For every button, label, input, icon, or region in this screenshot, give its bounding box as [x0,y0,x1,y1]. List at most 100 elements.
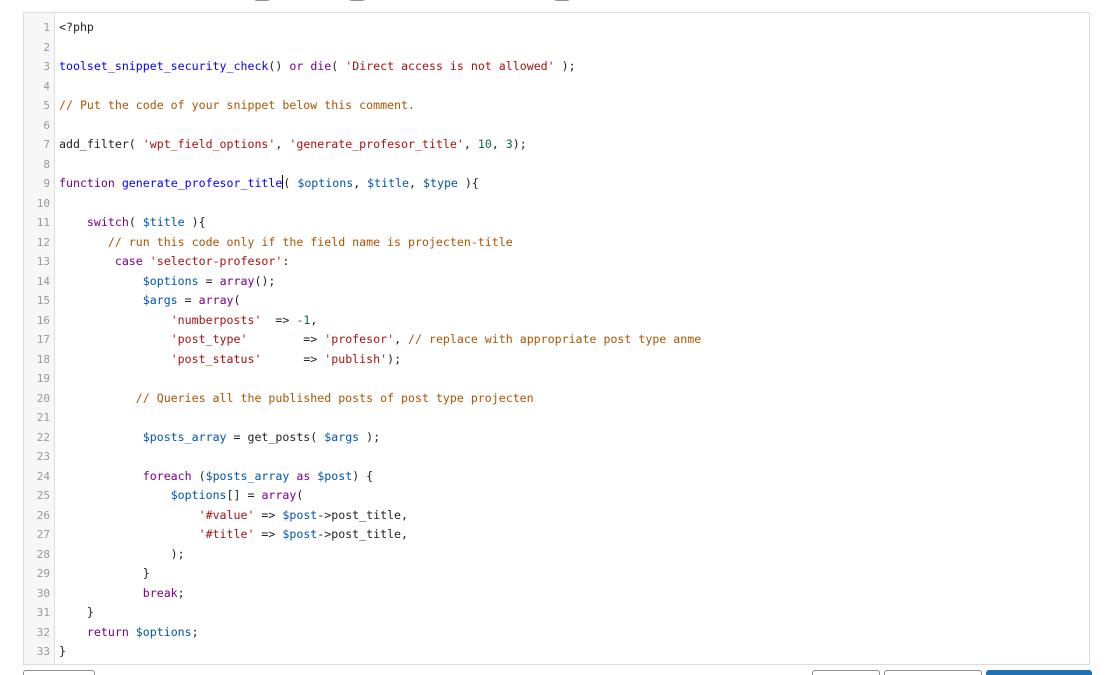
code-text: } [59,642,66,662]
code-line[interactable]: 5 // Put the code of your snippet below t… [24,96,1089,116]
code-line[interactable]: 21 [24,408,1089,428]
primary-button-fragment[interactable] [986,670,1092,675]
code-line[interactable]: 20 // Queries all the published posts of… [24,389,1089,409]
code-text: case 'selector-profesor': [59,252,290,272]
line-number: 22 [36,430,50,444]
code-token: , [353,176,368,190]
code-line[interactable]: 8 [24,155,1089,175]
bottom-button-fragment[interactable] [884,670,982,675]
code-token: // Put the code of your snippet below th… [59,98,415,112]
code-token: $args [324,429,360,444]
code-token: = get_posts( [226,429,325,444]
code-line[interactable]: 22 $posts_array = get_posts( $args ); [24,428,1089,448]
code-token: 'generate_profesor_title' [289,137,464,151]
code-line[interactable]: 18 'post_status' => 'publish'); [24,350,1089,370]
code-line[interactable]: 17 'post_type' => 'profesor', // replace… [24,330,1089,350]
code-line[interactable]: 16 'numberposts' => -1, [24,311,1089,331]
code-line[interactable]: 11 switch( $title ){ [24,213,1089,233]
code-line[interactable]: 10 [24,194,1089,214]
code-line[interactable]: 25 $options[] = array( [24,486,1089,506]
code-token: die [310,59,332,73]
code-token: (); [254,273,276,288]
code-token: [] = [226,488,262,502]
line-number: 30 [36,586,50,600]
code-token: 3 [505,137,513,151]
code-line[interactable]: 15 $args = array( [24,291,1089,311]
line-number: 32 [36,625,50,639]
code-text: // run this code only if the field name … [59,233,513,253]
line-number: 6 [43,118,50,132]
line-number: 15 [36,294,50,307]
code-line[interactable]: 32 return $options; [24,623,1089,643]
code-line[interactable]: 26 '#value' => $post->post_title, [24,506,1089,526]
code-line[interactable]: 2 [24,38,1089,58]
code-editor[interactable]: 1 <?php 2 3 toolset_snippet_security_check()… [23,12,1090,665]
code-token: , [491,137,506,151]
code-line[interactable]: 14 $options = array(); [24,272,1089,292]
line-number: 3 [43,60,50,73]
code-line[interactable]: 28 ); [24,545,1089,565]
code-token: foreach [59,468,192,483]
code-line[interactable]: 7 add_filter( 'wpt_field_options', 'gener… [24,135,1089,155]
code-token: ( [128,215,143,229]
code-token: } [59,605,94,619]
line-number: 27 [36,528,50,541]
code-token: ; [191,624,199,639]
code-line[interactable]: 19 [24,369,1089,389]
code-token: ( [283,176,298,190]
code-token: $post [282,527,318,541]
code-line[interactable]: 30 break; [24,584,1089,604]
code-token: add_filter( [59,137,143,151]
code-text: foreach ($posts_array as $post) { [59,467,373,487]
code-text: } [59,603,94,623]
code-line[interactable]: 1 <?php [24,18,1089,38]
code-line[interactable]: 4 [24,77,1089,97]
code-token: ; [177,585,185,600]
code-line[interactable]: 27 '#title' => $post->post_title, [24,525,1089,545]
code-line[interactable]: 3 toolset_snippet_security_check() or die… [24,57,1089,77]
bottom-button-fragment[interactable] [812,670,880,675]
code-text: '#title' => $post->post_title, [59,525,408,545]
code-token: $options [170,488,227,502]
line-number: 20 [36,391,50,405]
line-number: 18 [36,352,50,366]
code-text: add_filter( 'wpt_field_options', 'genera… [59,135,527,155]
top-controls-fragment [0,0,1114,2]
code-token: ); [59,546,185,561]
line-number: 14 [36,274,50,288]
code-token: } [59,566,150,580]
code-line[interactable]: 9 function generate_profesor_title( $opti… [24,174,1089,194]
top-button-fragment[interactable] [253,0,271,1]
code-line[interactable]: 24 foreach ($posts_array as $post) { [24,467,1089,487]
code-token: $title [142,215,185,229]
code-token: toolset_snippet_security_check [59,59,269,73]
code-line[interactable]: 12 // run this code only if the field na… [24,233,1089,253]
line-number: 28 [36,547,50,561]
code-token: 'wpt_field_options' [142,137,276,151]
top-button-fragment[interactable] [553,0,571,1]
code-line[interactable]: 33} [24,642,1089,662]
line-number: 11 [36,216,50,229]
code-line[interactable]: 6 [24,116,1089,136]
code-token: $post [317,468,353,483]
code-lines[interactable]: 1 <?php 2 3 toolset_snippet_security_check()… [24,18,1089,662]
bottom-button-fragment[interactable] [23,670,95,675]
code-token: = [177,293,199,307]
code-line[interactable]: 29 } [24,564,1089,584]
code-line[interactable]: 31 } [24,603,1089,623]
code-token: = [198,273,220,288]
code-line[interactable]: 13 case 'selector-profesor': [24,252,1089,272]
code-line[interactable]: 23 [24,447,1089,467]
code-token: 10 [477,137,492,151]
code-token: generate_profesor_title [121,176,283,190]
code-token: 'profesor' [324,332,395,346]
top-button-fragment[interactable] [348,0,366,1]
code-text: switch( $title ){ [59,213,206,233]
code-token: => [261,312,297,327]
